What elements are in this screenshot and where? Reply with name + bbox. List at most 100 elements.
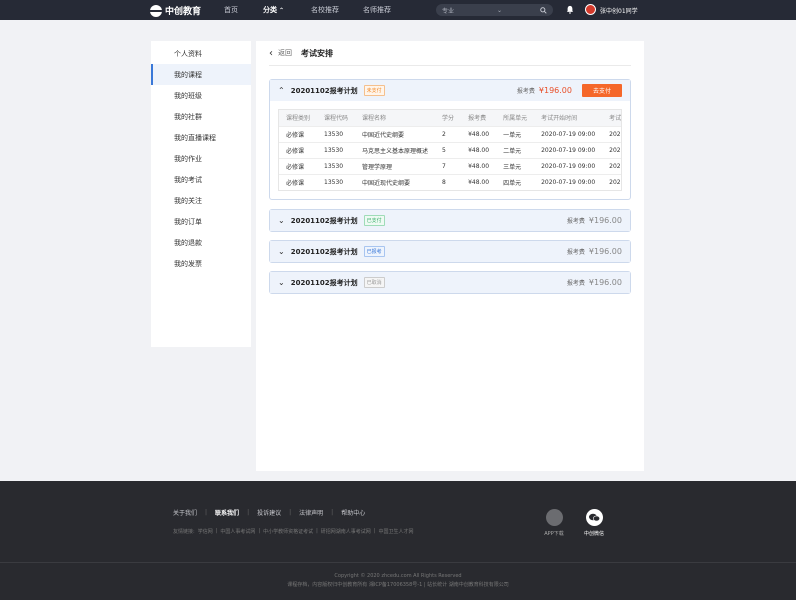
table-cell: ¥48.00: [461, 141, 497, 158]
table-cell: 必修课: [279, 141, 318, 158]
sidebar-item-homework[interactable]: 我的作业: [151, 148, 251, 169]
footer-link-feedback[interactable]: 投诉建议: [257, 508, 281, 517]
sidebar-item-refunds[interactable]: 我的退款: [151, 232, 251, 253]
sidebar: 个人资料 我的课程 我的班级 我的社群 我的直播课程 我的作业 我的考试 我的关…: [151, 41, 251, 347]
fee-value: ¥196.00: [588, 247, 622, 256]
sidebar-item-profile[interactable]: 个人资料: [151, 43, 251, 64]
logo-icon: [150, 4, 162, 17]
table-cell: 2020-07-19 09:00: [534, 173, 603, 190]
fee-label: 报考费: [516, 88, 535, 95]
friend-link[interactable]: 学信网: [198, 528, 213, 535]
friend-link[interactable]: 研招网湖南人事考试网: [321, 528, 371, 535]
footer-link-legal[interactable]: 法律声明: [299, 508, 323, 517]
back-link[interactable]: 返回: [278, 48, 292, 58]
divider: |: [316, 528, 318, 534]
plan-fee: 报考费 ¥196.00: [567, 241, 622, 262]
fee-label: 报考费: [566, 280, 585, 287]
fee-value: ¥196.00: [538, 86, 572, 95]
user-name[interactable]: 张中创01同学: [600, 0, 638, 20]
sidebar-item-groups[interactable]: 我的社群: [151, 106, 251, 127]
divider: |: [258, 528, 261, 534]
footer: 关于我们 | 联系我们 | 投诉建议 | 法律声明 | 帮助中心 友情链接: 学信网 | …: [0, 481, 796, 600]
friend-link[interactable]: 中国卫生人才网: [379, 528, 414, 535]
table-cell: 四单元: [496, 173, 535, 190]
plan-card: ⌄ 20201102报考计划 已报考 报考费 ¥196.00: [269, 240, 631, 263]
app-download[interactable]: APP下载: [543, 509, 565, 537]
table-cell: 2020-07-19 09:00: [534, 141, 603, 158]
nav-schools[interactable]: 名校推荐: [311, 0, 339, 20]
col-header: 课程名称: [355, 110, 436, 126]
chevron-left-icon[interactable]: ‹: [269, 48, 273, 59]
table-row: 必修课 13530 马克思主义基本原理概述 5 ¥48.00 二单元 2020-07-19 …: [279, 141, 621, 158]
nav-home[interactable]: 首页: [224, 0, 238, 20]
chevron-down-icon[interactable]: ⌄: [278, 247, 285, 256]
friend-link[interactable]: 中小学教师资格证考试: [263, 528, 313, 535]
nav-category[interactable]: 分类 ⌃: [263, 0, 284, 20]
plan-card-header[interactable]: ⌄ 20201102报考计划 已报考 报考费 ¥196.00: [270, 241, 630, 262]
plan-card-header[interactable]: ⌃ 20201102报考计划 未支付 报考费 ¥196.00 去支付: [270, 80, 630, 101]
col-header: 考试开始时间: [534, 110, 603, 126]
sidebar-item-exams[interactable]: 我的考试: [151, 169, 251, 190]
chevron-down-icon[interactable]: ⌄: [278, 216, 285, 225]
footer-link-about[interactable]: 关于我们: [173, 508, 197, 517]
plan-fee: 报考费 ¥196.00 去支付: [517, 80, 622, 101]
table-cell: 7: [435, 157, 462, 174]
chevron-down-icon[interactable]: ⌄: [278, 278, 285, 287]
friend-label: 友情链接:: [173, 529, 195, 535]
search-icon[interactable]: [540, 6, 547, 14]
wechat-label: 中创微信: [583, 531, 604, 537]
friend-link[interactable]: 中国人事考试网: [220, 528, 255, 535]
table-cell: ¥48.00: [461, 157, 497, 174]
nav-teachers[interactable]: 名师推荐: [363, 0, 391, 20]
table-cell: 管理学原理: [355, 157, 436, 174]
table-cell: 2020-: [602, 173, 621, 190]
table-cell: 三单元: [496, 157, 535, 174]
table-cell: 2020-07-19 09:00: [534, 157, 603, 174]
table-cell: 2: [435, 125, 462, 142]
sidebar-item-orders[interactable]: 我的订单: [151, 211, 251, 232]
plan-card-header[interactable]: ⌄ 20201102报考计划 已支付 报考费 ¥196.00: [270, 210, 630, 231]
table-cell: ¥48.00: [461, 173, 497, 190]
table-cell: 中国近现代史纲要: [355, 173, 436, 190]
sidebar-item-live[interactable]: 我的直播课程: [151, 127, 251, 148]
fee-label: 报考费: [566, 218, 585, 225]
fee-value: ¥196.00: [588, 278, 622, 287]
footer-link-contact[interactable]: 联系我们: [215, 508, 239, 517]
table-cell: 一单元: [496, 125, 535, 142]
table-cell: 马克思主义基本原理概述: [355, 141, 436, 158]
nav-category-label: 分类: [263, 6, 277, 14]
table-cell: 8: [435, 173, 462, 190]
footer-divider: [0, 562, 796, 563]
chevron-up-icon[interactable]: ⌃: [278, 86, 285, 95]
col-header: 课程类别: [279, 110, 318, 126]
plan-card: ⌃ 20201102报考计划 未支付 报考费 ¥196.00 去支付 课程类别 …: [269, 79, 631, 200]
status-badge: 已报考: [363, 246, 385, 257]
exam-table-wrap[interactable]: 课程类别 课程代码 课程名称 学分 报考费 所属单元 考试开始时间 考试结 必修…: [278, 109, 622, 191]
search-category-select[interactable]: 专业: [442, 6, 497, 15]
divider: |: [289, 509, 292, 516]
plan-card-header[interactable]: ⌄ 20201102报考计划 已取消 报考费 ¥196.00: [270, 272, 630, 293]
sidebar-item-invoices[interactable]: 我的发票: [151, 253, 251, 274]
divider: |: [247, 509, 250, 516]
plan-name: 20201102报考计划: [290, 278, 358, 287]
sidebar-item-classes[interactable]: 我的班级: [151, 85, 251, 106]
top-nav-bar: 中创教育 首页 分类 ⌃ 名校推荐 名师推荐 专业 ⌄ 张中创01同学: [0, 0, 796, 20]
wechat-qr[interactable]: 中创微信: [583, 509, 605, 537]
status-badge: 已取消: [363, 277, 385, 288]
col-header: 学分: [435, 110, 462, 126]
table-cell: 2020-: [602, 141, 621, 158]
pay-button[interactable]: 去支付: [582, 84, 622, 97]
brand-logo[interactable]: 中创教育: [150, 4, 201, 17]
table-cell: 2020-: [602, 157, 621, 174]
sidebar-item-follow[interactable]: 我的关注: [151, 190, 251, 211]
bell-icon[interactable]: [566, 5, 574, 14]
footer-link-help[interactable]: 帮助中心: [341, 508, 365, 517]
col-header: 考试结: [602, 110, 621, 126]
search-box[interactable]: 专业 ⌄: [436, 4, 553, 16]
avatar[interactable]: [585, 4, 596, 15]
friend-links: 友情链接: 学信网 | 中国人事考试网 | 中小学教师资格证考试 | 研招网湖南人事考…: [173, 528, 417, 535]
table-cell: 必修课: [279, 173, 318, 190]
fee-label: 报考费: [566, 249, 585, 256]
sidebar-item-courses[interactable]: 我的课程: [151, 64, 251, 85]
table-cell: 2020-07-19 09:00: [534, 125, 603, 142]
